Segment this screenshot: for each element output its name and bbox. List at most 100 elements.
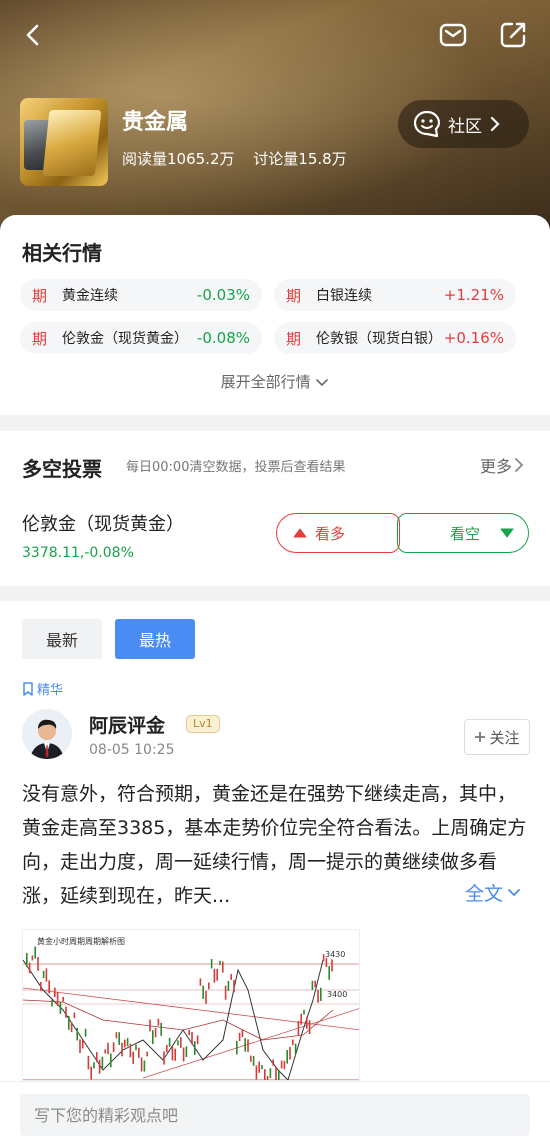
candle [76, 1027, 78, 1041]
candle [241, 1029, 244, 1038]
candle [272, 1059, 274, 1066]
candle [322, 954, 325, 962]
candle [90, 1066, 92, 1080]
bearish-vote-button[interactable]: 看空 [397, 513, 529, 553]
futures-tag: 期 [32, 286, 48, 305]
candle [275, 1067, 277, 1080]
post-feed: 最新 最热 精华 阿辰评金 Lv1 08-05 10:25 关注 没有意外，符合… [0, 601, 550, 1081]
candle [213, 968, 216, 983]
candle [135, 1044, 137, 1051]
quote-item[interactable]: 期 伦敦银（现货白银） +0.16% [274, 322, 516, 354]
candle [292, 1039, 294, 1046]
futures-tag: 期 [286, 286, 302, 305]
topic-title: 贵金属 [122, 110, 189, 135]
chat-bubble-icon [413, 110, 441, 138]
vote-asset-name: 伦敦金（现货黄金） [22, 514, 184, 535]
candle [252, 1056, 255, 1066]
share-button[interactable] [498, 20, 528, 50]
comment-input[interactable] [20, 1094, 530, 1136]
vote-more-link[interactable]: 更多 [480, 453, 526, 477]
plus-icon [475, 732, 486, 742]
post-chart-image[interactable]: 黄金小时周期周期解析图 3430 3400 [22, 929, 360, 1081]
level-badge: Lv1 [186, 715, 220, 733]
candle [317, 989, 319, 1003]
topic-header: 贵金属 阅读量1065.2万 讨论量15.8万 社区 [0, 0, 550, 240]
tab-hottest[interactable]: 最热 [115, 619, 195, 659]
candle [255, 1065, 258, 1080]
candle [261, 1065, 263, 1070]
candle [118, 1032, 120, 1045]
candle [236, 1040, 238, 1055]
author-name[interactable]: 阿辰评金 [89, 711, 165, 738]
expand-label: 展开全部行情 [220, 373, 311, 391]
candle [84, 1028, 87, 1037]
candle [194, 1041, 196, 1055]
candle [154, 1028, 157, 1038]
candle [54, 987, 56, 997]
post-text[interactable]: 没有意外，符合预期，黄金还是在强势下继续走高，其中，黄金走高至3385，基本走势… [22, 777, 530, 913]
candle [185, 1046, 188, 1058]
candle [168, 1037, 171, 1047]
candle [160, 1022, 162, 1036]
more-label: 更多 [480, 457, 513, 476]
candle [283, 1060, 286, 1070]
topic-stats: 阅读量1065.2万 讨论量15.8万 [122, 148, 347, 169]
bullish-vote-button[interactable]: 看多 [276, 513, 400, 553]
featured-badge: 精华 [22, 679, 63, 698]
candle [219, 960, 221, 966]
quote-change: +1.21% [443, 286, 504, 304]
candle [110, 1053, 112, 1068]
candle [250, 1055, 252, 1062]
bearish-label: 看空 [449, 524, 480, 543]
candle [140, 1057, 143, 1072]
candle [208, 982, 210, 990]
follow-button[interactable]: 关注 [464, 719, 530, 755]
candle [146, 1051, 148, 1057]
candle [182, 1047, 185, 1062]
candle [112, 1042, 115, 1053]
message-button[interactable] [438, 20, 468, 50]
candle [278, 1069, 280, 1080]
candle [28, 962, 31, 974]
back-button[interactable] [18, 20, 48, 50]
quote-item[interactable]: 期 黄金连续 -0.03% [20, 279, 262, 311]
triangle-up-icon [293, 528, 307, 538]
candle [202, 985, 204, 999]
candle [45, 968, 48, 982]
candle [121, 1042, 123, 1057]
candle [149, 1019, 151, 1032]
community-button[interactable]: 社区 [398, 100, 529, 148]
candle [191, 1032, 193, 1045]
community-label: 社区 [448, 116, 482, 137]
quote-name: 白银连续 [316, 288, 372, 304]
triangle-down-icon [500, 528, 514, 538]
candle [96, 1052, 98, 1062]
candle [40, 981, 42, 991]
candle [289, 1047, 291, 1060]
candle [98, 1059, 101, 1074]
chevron-right-icon [515, 458, 524, 472]
topic-thumbnail [20, 98, 108, 186]
expand-all-quotes-button[interactable]: 展开全部行情 [0, 371, 550, 392]
candle [163, 1051, 165, 1065]
candle [177, 1040, 179, 1046]
candle [126, 1037, 129, 1047]
discuss-count: 讨论量15.8万 [253, 150, 347, 168]
featured-label: 精华 [37, 683, 64, 698]
candle [297, 1021, 300, 1035]
candle [65, 1006, 67, 1018]
candle [196, 1035, 199, 1045]
candle [210, 959, 213, 969]
candle [152, 1030, 154, 1045]
tab-latest[interactable]: 最新 [22, 619, 102, 659]
candle [70, 1021, 73, 1033]
candle [37, 957, 39, 971]
candle [132, 1051, 134, 1065]
quote-item[interactable]: 期 白银连续 +1.21% [274, 279, 516, 311]
futures-tag: 期 [32, 329, 48, 348]
author-avatar[interactable] [22, 709, 72, 759]
long-short-vote-card: 多空投票 每日00:00清空数据，投票后查看结果 更多 伦敦金（现货黄金） 33… [0, 431, 550, 586]
quote-item[interactable]: 期 伦敦金（现货黄金） -0.08% [20, 322, 262, 354]
expand-full-text[interactable]: 全文 [461, 879, 523, 906]
candle [286, 1050, 288, 1064]
